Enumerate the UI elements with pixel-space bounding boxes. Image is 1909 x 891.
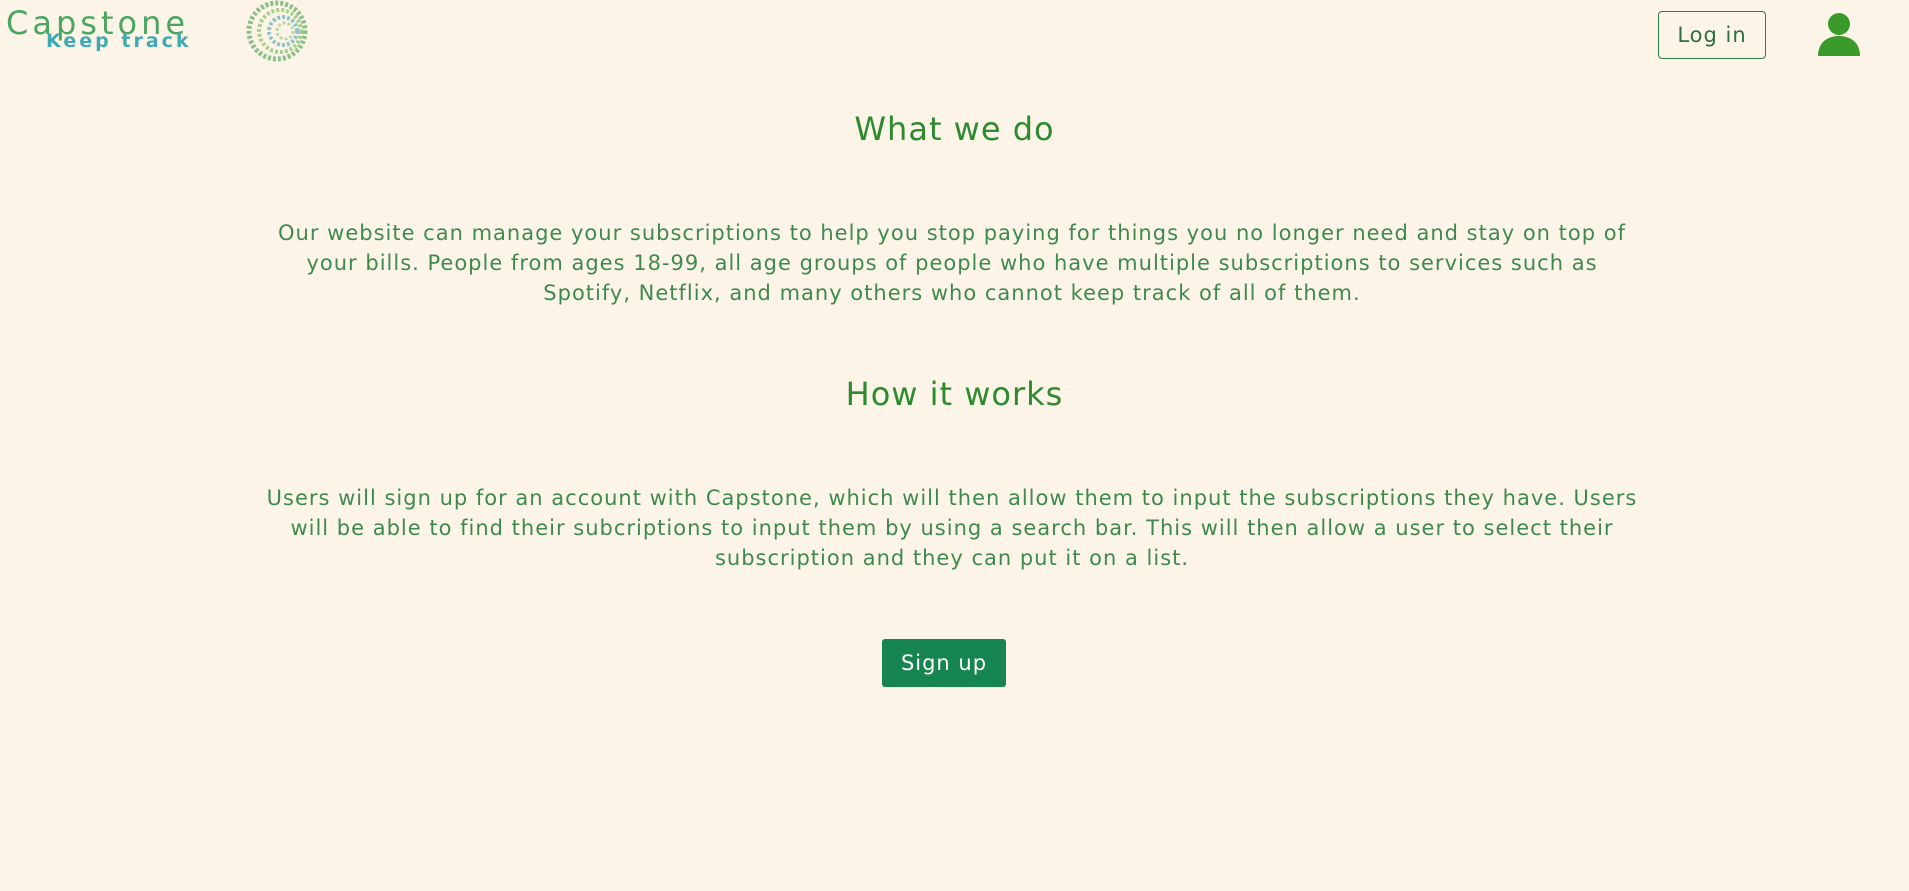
how-it-works-text: Users will sign up for an account with C… [266,486,1638,570]
signup-button[interactable]: Sign up [882,639,1006,687]
page: Capstone Keep track Log in What we do Ou… [0,0,1909,891]
what-we-do-text: Our website can manage your subscription… [278,221,1626,305]
what-we-do-heading: What we do [854,110,1055,148]
user-icon[interactable] [1816,12,1862,56]
login-button[interactable]: Log in [1658,11,1766,59]
site-header: Capstone Keep track Log in [0,0,1909,72]
logo-subtitle: Keep track [46,30,192,52]
binary-spiral-logo-icon [246,0,308,62]
how-it-works-heading: How it works [845,375,1064,413]
logo[interactable]: Capstone Keep track [6,0,336,64]
